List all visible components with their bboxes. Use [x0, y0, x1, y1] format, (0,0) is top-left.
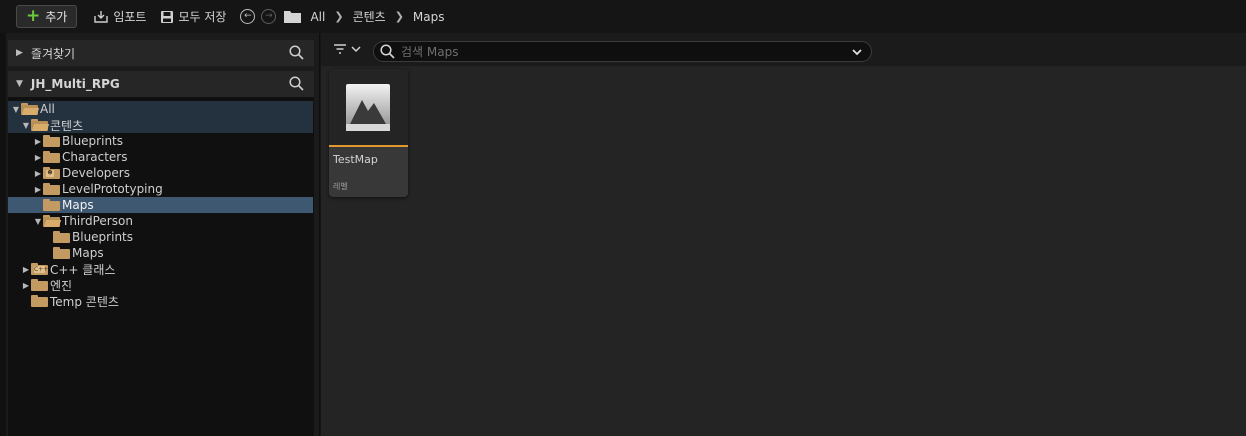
folder-icon [43, 199, 60, 211]
import-icon [94, 10, 109, 23]
caret-right-icon: ▶ [22, 264, 30, 274]
add-button-label: 추가 [45, 10, 68, 24]
tree-item-label: 콘텐츠 [50, 118, 84, 133]
chevron-right-icon: ❯ [394, 10, 404, 23]
cpp-folder-icon: C++ [31, 263, 48, 275]
panel-gutter [0, 33, 6, 436]
breadcrumb-item-content[interactable]: 콘텐츠 [353, 8, 386, 25]
folder-open-icon [21, 103, 40, 115]
caret-right-icon: ▶ [34, 168, 42, 178]
folder-icon [284, 11, 302, 23]
folder-icon [53, 247, 70, 259]
breadcrumb-item-maps[interactable]: Maps [413, 10, 445, 24]
asset-type-color-bar [329, 145, 408, 147]
folder-open-icon [31, 119, 50, 131]
tree-item-maps[interactable]: Maps [8, 197, 313, 213]
tree-item-cpp-classes[interactable]: ▶ C++ C++ 클래스 [8, 261, 313, 277]
tree-item-label: All [40, 102, 55, 116]
search-icon[interactable] [289, 76, 304, 91]
chevron-down-icon [351, 46, 361, 53]
chevron-right-icon: ❯ [334, 10, 344, 23]
caret-right-icon: ▶ [34, 136, 42, 146]
folder-icon [43, 135, 60, 147]
tree-item-developers[interactable]: ▶ ☻ Developers [8, 165, 313, 181]
tree-item-engine[interactable]: ▶ 엔진 [8, 277, 313, 293]
tree-item-label: C++ 클래스 [50, 262, 116, 277]
tree-item-temp-content[interactable]: Temp 콘텐츠 [8, 293, 313, 309]
tree-item-characters[interactable]: ▶ Characters [8, 149, 313, 165]
filter-icon [334, 44, 346, 54]
folder-icon [53, 231, 70, 243]
breadcrumb: All ❯ 콘텐츠 ❯ Maps [284, 8, 444, 25]
asset-search-bar[interactable] [373, 41, 872, 62]
folder-icon [43, 183, 60, 195]
save-all-button[interactable]: 모두 저장 [154, 5, 232, 28]
asset-name: TestMap [333, 153, 378, 166]
developer-folder-icon: ☻ [43, 167, 60, 179]
save-all-button-label: 모두 저장 [178, 10, 227, 24]
folder-open-icon [43, 215, 62, 227]
tree-item-blueprints[interactable]: ▶ Blueprints [8, 133, 313, 149]
caret-down-icon: ▼ [12, 104, 20, 114]
tree-item-label: LevelPrototyping [62, 182, 163, 196]
tree-item-levelprototyping[interactable]: ▶ LevelPrototyping [8, 181, 313, 197]
tree-item-label: Maps [62, 198, 94, 212]
back-icon[interactable]: ← [240, 9, 256, 24]
import-button-label: 임포트 [113, 10, 147, 24]
import-button[interactable]: 임포트 [87, 5, 152, 28]
filter-button[interactable] [333, 43, 361, 55]
tree-item-label: Maps [72, 246, 104, 260]
tree-item-label: Blueprints [62, 134, 124, 148]
caret-down-icon: ▼ [16, 79, 23, 89]
caret-right-icon: ▶ [22, 280, 30, 290]
chevron-down-icon[interactable] [851, 46, 863, 58]
caret-right-icon: ▶ [34, 184, 42, 194]
save-icon [161, 10, 174, 23]
folder-icon [43, 151, 60, 163]
tree-item-label: Temp 콘텐츠 [50, 294, 119, 309]
tree-item-label: Developers [62, 166, 130, 180]
caret-down-icon: ▼ [34, 216, 42, 226]
forward-icon[interactable]: → [261, 9, 277, 24]
breadcrumb-item-all[interactable]: All [310, 10, 325, 24]
plus-icon: + [26, 6, 41, 26]
level-map-icon [346, 84, 390, 131]
tree-item-label: 엔진 [50, 278, 73, 293]
favorites-label: 즐겨찾기 [30, 46, 76, 61]
caret-right-icon: ▶ [34, 152, 42, 162]
asset-tile[interactable]: TestMap 레벨 [329, 69, 408, 197]
add-button[interactable]: + 추가 [16, 5, 78, 28]
search-icon [380, 44, 395, 59]
search-icon[interactable] [289, 45, 304, 60]
tree-item-label: Characters [62, 150, 128, 164]
tree-item-thirdperson-maps[interactable]: Maps [8, 245, 313, 261]
folder-icon [31, 295, 48, 307]
tree-item-label: Blueprints [72, 230, 134, 244]
folder-icon [31, 279, 48, 291]
folder-tree: ▼ All ▼ 콘텐츠 ▶ Blueprints ▶ Characters ▶ … [8, 97, 314, 436]
asset-search-input[interactable] [401, 44, 841, 59]
asset-view [321, 33, 1246, 436]
tree-item-all[interactable]: ▼ All [8, 101, 313, 117]
toolbar: + 추가 임포트 모두 저장 ← → All ❯ 콘텐츠 ❯ Maps [0, 0, 1246, 33]
caret-down-icon: ▼ [22, 120, 30, 130]
tree-item-thirdperson[interactable]: ▼ ThirdPerson [8, 213, 313, 229]
project-header[interactable]: ▼ JH_Multi_RPG [8, 71, 314, 97]
tree-item-label: ThirdPerson [62, 214, 133, 228]
asset-type: 레벨 [333, 182, 348, 191]
project-label: JH_Multi_RPG [30, 77, 120, 91]
tree-item-content[interactable]: ▼ 콘텐츠 [8, 117, 313, 133]
caret-right-icon: ▶ [16, 48, 23, 58]
tree-item-thirdperson-blueprints[interactable]: Blueprints [8, 229, 313, 245]
favorites-header[interactable]: ▶ 즐겨찾기 [8, 40, 314, 66]
asset-thumbnail [329, 69, 408, 145]
